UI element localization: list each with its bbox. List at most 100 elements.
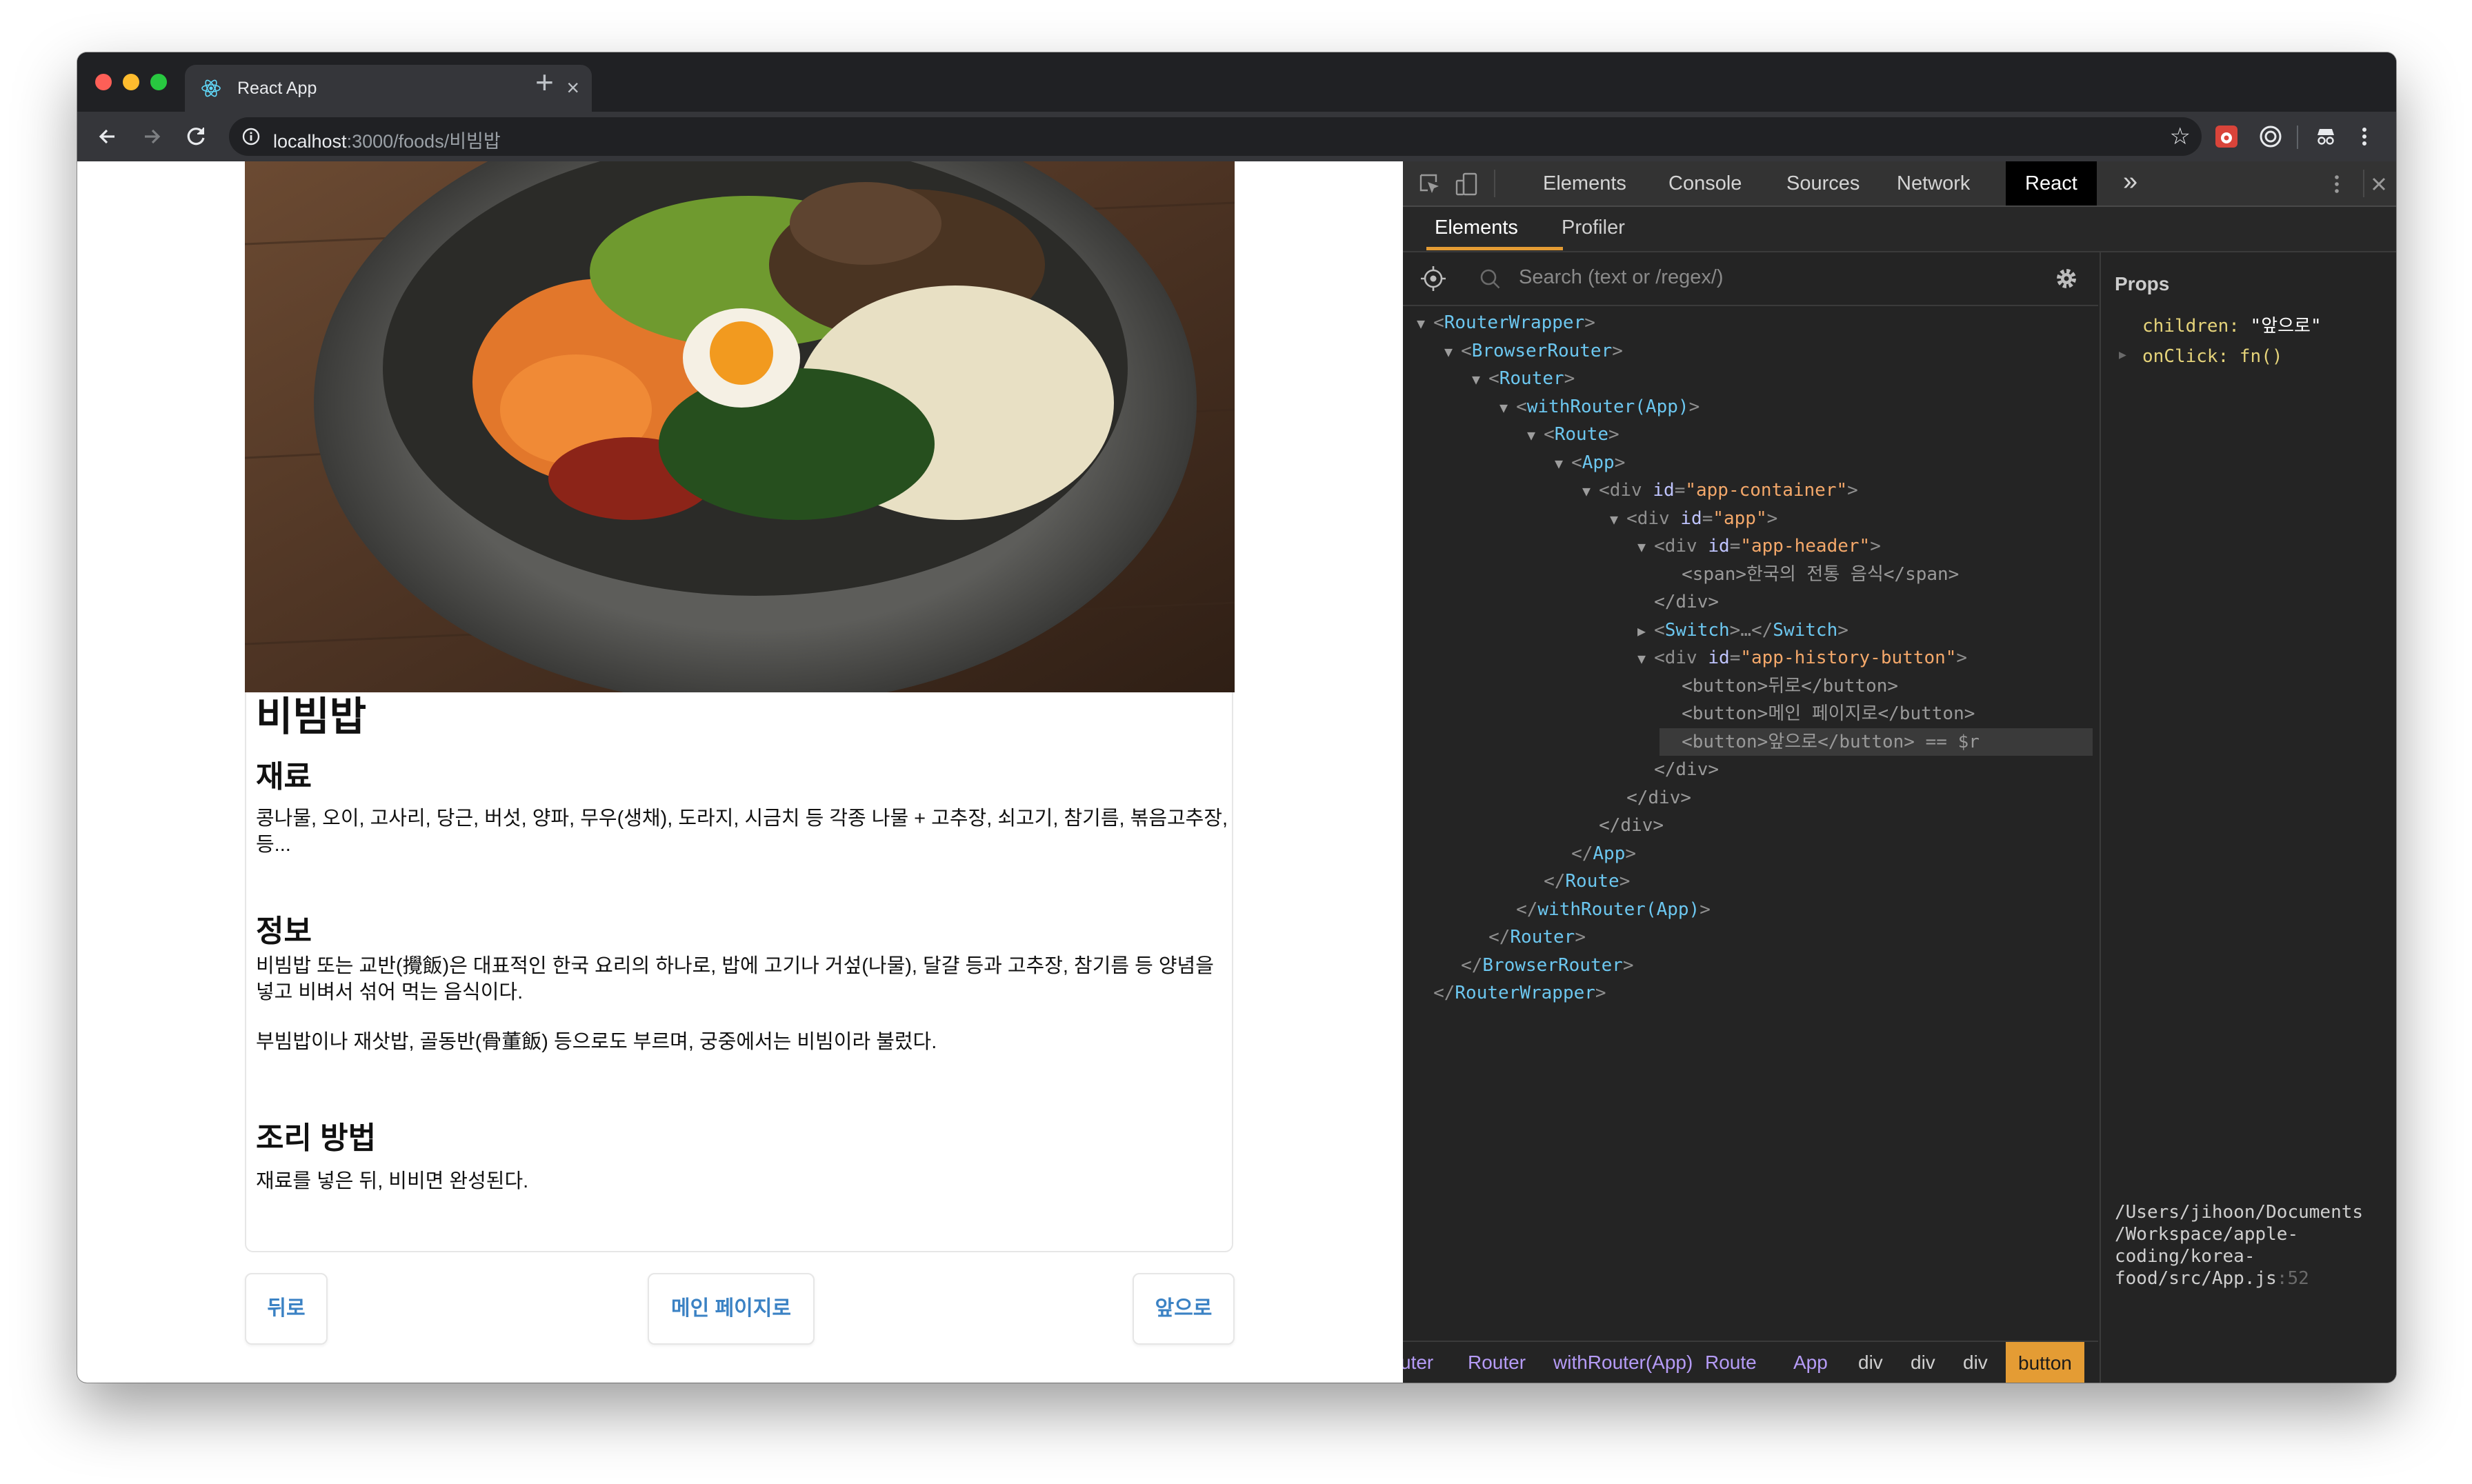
new-tab-button[interactable]: + — [535, 66, 554, 98]
tree-node[interactable]: <span>한국의 전통 음식</span> — [1665, 561, 1959, 588]
tree-node[interactable]: ▼ <div id="app-container"> — [1582, 477, 1858, 504]
collapse-triangle-icon[interactable]: ▼ — [1582, 483, 1599, 499]
tree-node[interactable]: </Route> — [1527, 868, 1630, 895]
close-window-button[interactable] — [95, 74, 112, 90]
collapse-triangle-icon[interactable]: ▼ — [1555, 455, 1571, 472]
tree-node[interactable]: <button>뒤로</button> — [1665, 672, 1898, 700]
tab-react[interactable]: React — [2006, 161, 2097, 205]
info-icon[interactable] — [241, 127, 261, 146]
back-button[interactable]: 뒤로 — [245, 1273, 328, 1345]
more-tabs-icon[interactable]: » — [2123, 167, 2137, 197]
tree-node[interactable]: ▼ <div id="app-history-button"> — [1637, 644, 1967, 672]
expand-triangle-icon[interactable]: ▶ — [2119, 348, 2126, 362]
tree-node[interactable]: </div> — [1637, 588, 1719, 616]
tree-node[interactable]: ▼ <withRouter(App)> — [1499, 393, 1700, 421]
tree-node[interactable]: <button>메인 페이지로</button> — [1665, 700, 1975, 728]
expand-triangle-icon[interactable]: ▶ — [1637, 623, 1654, 639]
tree-node[interactable]: ▼ <div id="app-header"> — [1637, 532, 1881, 560]
tree-node[interactable]: </RouterWrapper> — [1417, 979, 1606, 1007]
tree-bracket: < — [1654, 536, 1665, 556]
extension-icon[interactable] — [2211, 121, 2242, 152]
incognito-icon[interactable] — [2311, 121, 2341, 152]
close-devtools-icon[interactable] — [2366, 171, 2392, 197]
collapse-triangle-icon[interactable]: ▼ — [1637, 650, 1654, 667]
collapse-triangle-icon[interactable]: ▼ — [1417, 315, 1433, 332]
tree-node-selected[interactable]: <button>앞으로</button> == $r — [1665, 728, 1980, 756]
collapse-triangle-icon[interactable]: ▼ — [1499, 399, 1516, 416]
maximize-window-button[interactable] — [150, 74, 167, 90]
breadcrumb-item[interactable]: div — [1858, 1352, 1883, 1374]
tree-bracket: > — [1564, 368, 1575, 389]
collapse-triangle-icon[interactable]: ▼ — [1444, 343, 1461, 360]
component-tree-pane: Search (text or /regex/) ▼ <RouterWrappe… — [1403, 252, 2098, 1383]
prop-onclick[interactable]: ▶ onClick: fn() — [2119, 346, 2283, 367]
tree-node[interactable]: </div> — [1637, 756, 1719, 783]
breadcrumb-item[interactable]: div — [1963, 1352, 1988, 1374]
props-heading: Props — [2115, 273, 2170, 294]
browser-menu-icon[interactable] — [2349, 121, 2380, 152]
info-text-2: 부빔밥이나 재삿밥, 골동반(骨董飯) 등으로도 부르며, 궁중에서는 비빔이라… — [256, 1031, 937, 1053]
tree-node[interactable]: </div> — [1610, 784, 1691, 812]
tree-node[interactable]: ▼ <BrowserRouter> — [1444, 337, 1623, 365]
select-component-icon[interactable] — [1419, 265, 1447, 292]
web-page: 비빔밥 재료 콩나물, 오이, 고사리, 당근, 버섯, 양파, 무우(생채),… — [77, 161, 1403, 1383]
target-extension-icon[interactable] — [2255, 121, 2286, 152]
breadcrumb-item[interactable]: Route — [1705, 1352, 1757, 1374]
tree-node[interactable]: </withRouter(App)> — [1499, 896, 1711, 923]
tree-node[interactable]: ▼ <Router> — [1472, 365, 1575, 392]
tab-network[interactable]: Network — [1897, 172, 1970, 195]
tree-equals: = — [1702, 508, 1713, 529]
back-arrow-icon[interactable] — [92, 121, 123, 152]
collapse-triangle-icon[interactable]: ▼ — [1527, 427, 1544, 443]
minimize-window-button[interactable] — [123, 74, 139, 90]
tree-node-name: BrowserRouter — [1482, 954, 1623, 976]
breadcrumb-item[interactable]: Router — [1468, 1352, 1526, 1374]
devtools-menu-icon[interactable] — [2324, 171, 2350, 197]
breadcrumb-item[interactable]: withRouter(App) — [1553, 1352, 1693, 1374]
device-toolbar-icon[interactable] — [1454, 171, 1480, 197]
subtab-elements[interactable]: Elements — [1435, 217, 1518, 239]
tab-elements[interactable]: Elements — [1543, 172, 1626, 195]
forward-arrow-icon[interactable] — [137, 121, 167, 152]
settings-gear-icon[interactable] — [2053, 265, 2080, 292]
prop-value: fn() — [2239, 346, 2283, 367]
browser-tab[interactable]: React App × — [185, 65, 592, 112]
reload-icon[interactable] — [181, 121, 211, 152]
tree-node-name: div — [1637, 508, 1670, 529]
breadcrumb-item[interactable]: div — [1911, 1352, 1935, 1374]
ingredients-text: 콩나물, 오이, 고사리, 당근, 버섯, 양파, 무우(생채), 도라지, 시… — [256, 808, 1228, 856]
breadcrumb-active[interactable]: button — [2006, 1342, 2084, 1383]
source-file-link[interactable]: /Users/jihoon/Documents /Workspace/apple… — [2115, 1201, 2391, 1290]
bookmark-star-icon[interactable]: ☆ — [2170, 123, 2191, 150]
tree-node[interactable]: ▶ <Switch>…</Switch> — [1637, 616, 1848, 644]
inspect-element-icon[interactable] — [1417, 171, 1443, 197]
address-bar[interactable]: localhost:3000/foods/비빔밥 ☆ — [229, 117, 2202, 156]
collapse-triangle-icon[interactable]: ▼ — [1472, 371, 1488, 388]
tab-console[interactable]: Console — [1668, 172, 1742, 195]
tree-bracket: > — [1584, 312, 1595, 333]
tree-attr-value: "app-history-button" — [1740, 648, 1957, 668]
devtools-tab-bar: Elements Console Sources Network React » — [1403, 161, 2396, 207]
forward-button[interactable]: 앞으로 — [1133, 1273, 1235, 1345]
tree-bracket: < — [1626, 508, 1637, 529]
main-page-button[interactable]: 메인 페이지로 — [648, 1273, 815, 1345]
tree-node[interactable]: </Router> — [1472, 923, 1586, 951]
search-input[interactable]: Search (text or /regex/) — [1519, 266, 1724, 289]
subtab-profiler[interactable]: Profiler — [1562, 217, 1625, 239]
breadcrumb-item[interactable]: App — [1793, 1352, 1828, 1374]
tree-node[interactable]: ▼ <RouterWrapper> — [1417, 309, 1595, 337]
tree-node[interactable]: </BrowserRouter> — [1444, 952, 1633, 979]
close-tab-icon[interactable]: × — [566, 76, 579, 99]
collapse-triangle-icon[interactable]: ▼ — [1637, 539, 1654, 555]
collapse-triangle-icon[interactable]: ▼ — [1610, 511, 1626, 528]
tab-sources[interactable]: Sources — [1786, 172, 1860, 195]
tree-node[interactable]: </div> — [1582, 812, 1664, 839]
tree-node[interactable]: ▼ <App> — [1555, 449, 1625, 477]
tree-node[interactable]: ▼ <Route> — [1527, 421, 1619, 448]
tree-node[interactable]: </App> — [1555, 840, 1636, 868]
tree-node[interactable]: ▼ <div id="app"> — [1610, 505, 1777, 532]
breadcrumb-item[interactable]: uter — [1403, 1352, 1433, 1374]
